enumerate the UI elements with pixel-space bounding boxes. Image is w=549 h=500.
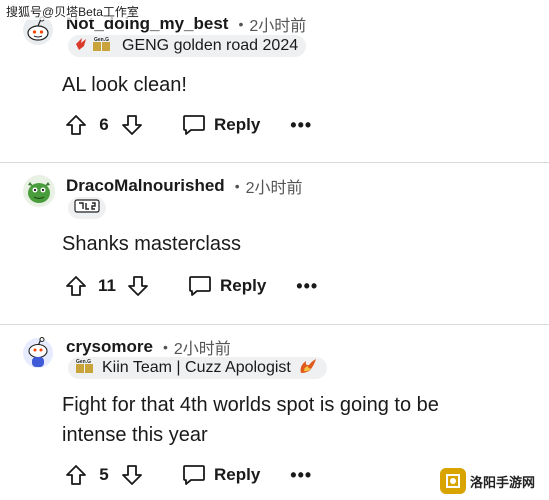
watermark-text: 搜狐号@贝塔Beta工作室 [4, 3, 141, 20]
upvote-arrow-icon[interactable] [64, 113, 88, 137]
downvote-arrow-icon[interactable] [120, 113, 144, 137]
vote-score: 5 [99, 465, 109, 484]
downvote-arrow-icon[interactable] [120, 463, 144, 487]
comment-bubble-icon [183, 115, 205, 135]
separator-dot: • [238, 16, 244, 32]
gen-g-badge-icon: Gen.G [74, 35, 118, 58]
divider [0, 324, 549, 325]
separator-dot: • [234, 178, 240, 194]
site-logo-text: 洛阳手游网 [470, 474, 536, 490]
upvote-arrow-icon[interactable] [64, 463, 88, 487]
downvote-arrow-icon[interactable] [126, 274, 150, 298]
more-options-button[interactable]: ••• [296, 276, 318, 297]
username[interactable]: DracoMalnourished [66, 176, 225, 196]
flair-text: Kiin Team | Cuzz Apologist [102, 359, 291, 376]
upvote-arrow-icon[interactable] [64, 274, 88, 298]
comment-body: AL look clean! [62, 70, 532, 100]
separator-dot: • [162, 339, 168, 355]
comment-line: AL look clean! [62, 74, 187, 96]
flair-text: GENG golden road 2024 [122, 37, 299, 54]
user-flair: Gen.G Kiin Team | Cuzz Apologist [68, 357, 327, 379]
reply-button[interactable]: Reply [182, 114, 260, 136]
avatar[interactable] [22, 336, 54, 368]
vote-score: 6 [99, 115, 109, 134]
site-logo-watermark: 洛阳手游网 [440, 466, 544, 496]
divider [0, 162, 549, 163]
comment-actions: 5 Reply ••• [64, 460, 312, 490]
site-logo-icon [440, 468, 466, 494]
comment-line: intense this year [62, 424, 208, 446]
snoo-blue-avatar-icon [23, 337, 53, 368]
more-options-button[interactable]: ••• [290, 465, 312, 486]
comment-header: crysomore • 2小时前 [66, 335, 231, 359]
comment-actions: 6 Reply ••• [64, 110, 312, 140]
timestamp: 2小时前 [245, 180, 303, 197]
reply-label: Reply [214, 115, 261, 134]
reply-button[interactable]: Reply [182, 464, 260, 486]
reply-label: Reply [214, 465, 261, 484]
gen-g-badge-icon: Gen.G [74, 357, 98, 380]
username[interactable]: crysomore [66, 337, 153, 357]
team-logo-icon [74, 198, 100, 219]
user-flair: Gen.G GENG golden road 2024 [68, 35, 307, 58]
avatar[interactable] [22, 174, 55, 207]
comment-body: Shanks masterclass [62, 229, 532, 259]
user-flair [68, 197, 106, 219]
comment-line: Shanks masterclass [62, 233, 241, 255]
timestamp: 2小时前 [173, 341, 231, 358]
comment-bubble-icon [189, 276, 211, 296]
comment-line: Fight for that 4th worlds spot is going … [62, 394, 439, 416]
flame-logo-icon [297, 357, 319, 380]
timestamp: 2小时前 [249, 18, 307, 35]
comment-bubble-icon [183, 465, 205, 485]
reply-button[interactable]: Reply [188, 275, 266, 297]
dragon-avatar-icon [23, 175, 55, 207]
vote-score: 11 [98, 276, 116, 295]
comment-body: Fight for that 4th worlds spot is going … [62, 390, 532, 450]
more-options-button[interactable]: ••• [290, 115, 312, 136]
comment-actions: 11 Reply ••• [64, 271, 318, 301]
reply-label: Reply [219, 276, 267, 295]
comment-header: DracoMalnourished • 2小时前 [66, 174, 303, 198]
